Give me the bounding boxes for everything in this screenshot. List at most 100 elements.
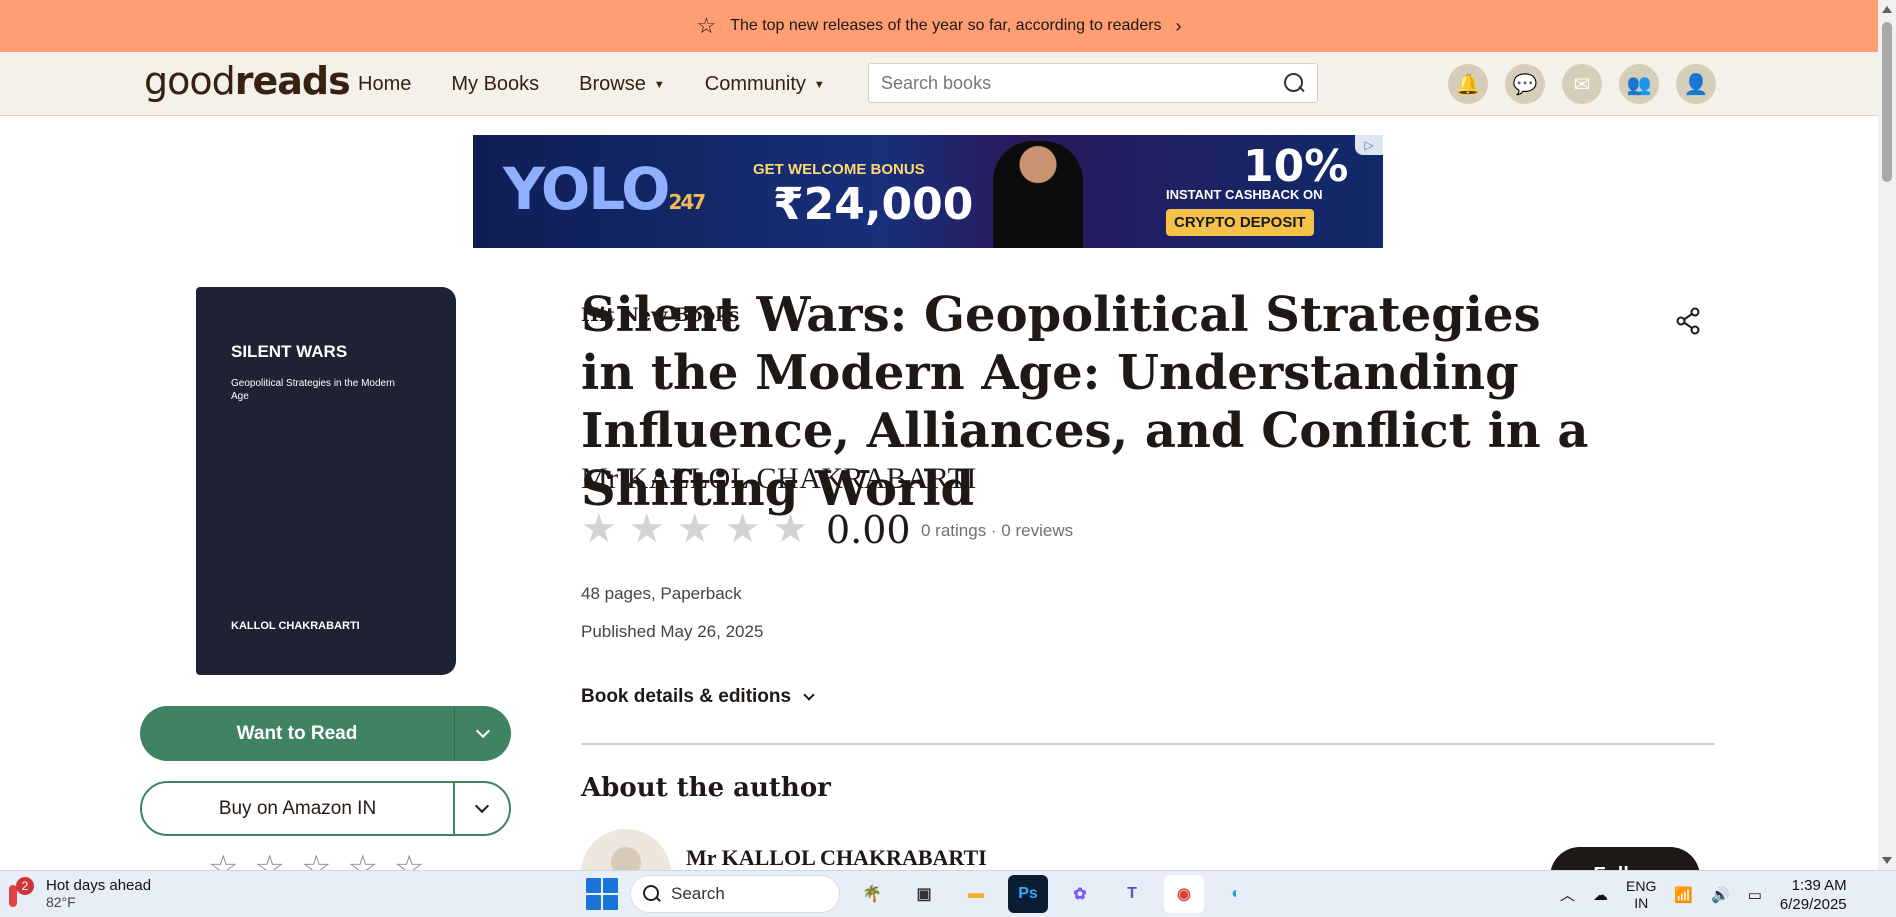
cover-author: KALLOL CHAKRABARTI (231, 620, 360, 632)
logo-text-light: good (144, 59, 236, 103)
ad-cashback-label: INSTANT CASHBACK ON (1166, 187, 1323, 202)
promo-banner[interactable]: ☆ Hit New Books The top new releases of … (0, 0, 1878, 326)
language-line2: IN (1634, 894, 1649, 911)
page: ☆ Hit New Books The top new releases of … (0, 0, 1896, 917)
discussions-icon[interactable]: 💬 (1505, 64, 1545, 104)
chevron-up-icon[interactable]: ︿ (1560, 884, 1575, 905)
header-icons: 🔔 💬 ✉ 👥 👤 (1448, 64, 1716, 104)
book-details-toggle[interactable]: Book details & editions (581, 686, 815, 708)
rating-star-3: ★ (676, 507, 713, 551)
weather-widget[interactable]: 2 Hot days ahead 82°F (6, 877, 151, 911)
friends-icon[interactable]: 👥 (1619, 64, 1659, 104)
wifi-icon[interactable]: 📶 (1674, 886, 1693, 904)
nav-community-label: Community (704, 72, 806, 95)
volume-icon[interactable]: 🔊 (1711, 886, 1730, 904)
scroll-up-icon[interactable] (1882, 6, 1892, 13)
ad-brand-name: YOLO (503, 155, 670, 223)
profile-icon[interactable]: 👤 (1676, 64, 1716, 104)
windows-start-icon[interactable] (586, 878, 618, 910)
about-author-heading: About the author (581, 773, 831, 803)
rating-star-1: ★ (581, 507, 617, 551)
weather-temp: 82°F (46, 894, 76, 910)
search-icon[interactable] (1283, 72, 1305, 94)
thermometer-icon: 2 (6, 877, 34, 911)
cover-subtitle: Geopolitical Strategies in the Modern Ag… (231, 378, 395, 402)
copilot-icon[interactable]: ✿ (1060, 875, 1100, 913)
file-explorer-icon[interactable]: ▬ (956, 875, 996, 913)
goodreads-logo[interactable]: goodreads (144, 59, 351, 103)
task-view-icon[interactable]: ▣ (904, 875, 944, 913)
ad-cashback-cta: CRYPTO DEPOSIT (1166, 209, 1314, 236)
system-tray: ︿ ☁ ENG IN 📶 🔊 ▭ 1:39 AM 6/29/2025 (1560, 871, 1847, 917)
search-box (868, 63, 1318, 103)
search-icon (643, 885, 661, 903)
ad-cashback-pct: 10% (1243, 141, 1349, 192)
cover-title: SILENT WARS (231, 342, 348, 361)
average-rating: 0.00 (826, 508, 911, 552)
ad-brand-suffix: 247 (668, 190, 706, 214)
weather-badge: 2 (16, 877, 34, 895)
chevron-down-icon (474, 798, 490, 814)
weather-title: Hot days ahead (46, 877, 152, 894)
rating-star-2: ★ (628, 507, 665, 551)
widgets-icon[interactable]: 🌴 (852, 875, 892, 913)
scrollbar-thumb[interactable] (1882, 22, 1892, 182)
book-published-date: Published May 26, 2025 (581, 622, 764, 641)
book-cover[interactable]: SILENT WARS Geopolitical Strategies in t… (196, 287, 456, 675)
clock-date: 6/29/2025 (1779, 895, 1847, 913)
book-author[interactable]: Mr KALLOL CHAKRABARTI (581, 462, 977, 496)
battery-icon[interactable]: ▭ (1748, 886, 1762, 904)
language-line1: ENG (1626, 877, 1657, 894)
promo-subtitle: The top new releases of the year so far,… (730, 17, 1162, 34)
book-details-label: Book details & editions (581, 686, 792, 707)
nav-community[interactable]: Community ▼ (705, 73, 825, 96)
about-author-name[interactable]: Mr KALLOL CHAKRABARTI (686, 845, 987, 871)
taskbar-apps: Search 🌴 ▣ ▬ Ps ✿ T ◉ ◐ (586, 875, 1256, 913)
rating-star-4: ★ (724, 507, 761, 551)
logo-text-bold: reads (234, 59, 351, 103)
nav-home[interactable]: Home (358, 73, 411, 96)
ad-brand: YOLO247 (503, 155, 706, 223)
section-divider (581, 743, 1715, 745)
site-header: goodreads Home My Books Browse ▼ Communit… (0, 52, 1878, 116)
caret-down-icon: ▼ (653, 78, 665, 91)
want-to-read-button-group: Want to Read (140, 706, 511, 761)
onedrive-icon[interactable]: ☁ (1593, 886, 1608, 904)
shelf-dropdown-button[interactable] (455, 706, 511, 761)
taskbar-search-label: Search (671, 884, 725, 903)
nav-browse[interactable]: Browse ▼ (579, 73, 665, 96)
clock[interactable]: 1:39 AM 6/29/2025 (1780, 876, 1847, 914)
photoshop-icon[interactable]: Ps (1008, 875, 1048, 913)
ad-banner[interactable]: YOLO247 GET WELCOME BONUS ₹24,000 10% IN… (473, 135, 1383, 248)
nav-browse-label: Browse (579, 72, 646, 95)
ad-model-image (993, 141, 1083, 248)
teams-icon[interactable]: T (1112, 875, 1152, 913)
clock-time: 1:39 AM (1791, 876, 1847, 894)
notifications-icon[interactable]: 🔔 (1448, 64, 1488, 104)
search-input[interactable] (881, 72, 1283, 94)
language-indicator[interactable]: ENG IN (1626, 878, 1656, 912)
want-to-read-button[interactable]: Want to Read (140, 706, 455, 761)
main-nav: Home My Books Browse ▼ Community ▼ (358, 52, 825, 116)
chrome-icon[interactable]: ◉ (1164, 875, 1204, 913)
share-icon[interactable] (1673, 306, 1703, 336)
adchoices-icon[interactable]: ▷ (1355, 135, 1383, 155)
ad-bonus-amount: ₹24,000 (773, 179, 974, 230)
book-pages-format: 48 pages, Paperback (581, 584, 742, 603)
caret-down-icon: ▼ (813, 78, 825, 91)
buy-button-group: Buy on Amazon IN (140, 781, 511, 836)
star-icon: ☆ (696, 13, 717, 38)
rating-star-5: ★ (772, 507, 809, 551)
taskbar-search[interactable]: Search (630, 875, 840, 913)
chevron-down-icon (803, 688, 815, 701)
ad-bonus-label: GET WELCOME BONUS (753, 161, 925, 178)
messages-icon[interactable]: ✉ (1562, 64, 1602, 104)
page-scrollbar[interactable] (1878, 0, 1896, 870)
edge-icon[interactable]: ◐ (1216, 875, 1256, 913)
chevron-down-icon (475, 723, 491, 739)
scroll-down-icon[interactable] (1882, 857, 1892, 864)
nav-my-books[interactable]: My Books (451, 73, 539, 96)
buy-options-dropdown[interactable] (455, 783, 509, 834)
ratings-reviews-count[interactable]: 0 ratings · 0 reviews (921, 521, 1073, 541)
buy-amazon-button[interactable]: Buy on Amazon IN (142, 783, 455, 834)
